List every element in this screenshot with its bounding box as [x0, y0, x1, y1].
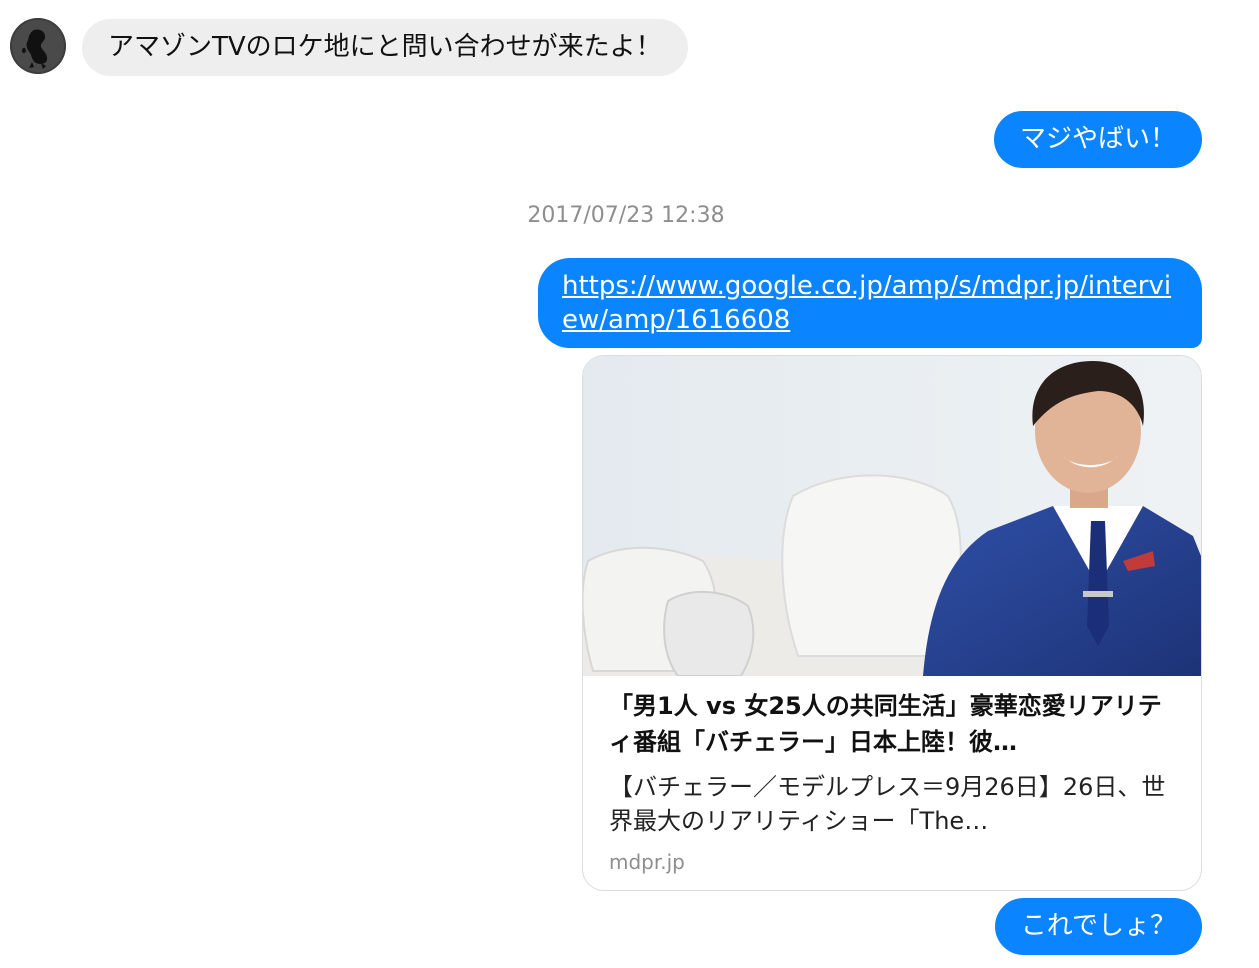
link-preview-body: 「男1人 vs 女25人の共同生活」豪華恋愛リアリティ番組「バチェラー」日本上陸…: [583, 676, 1201, 876]
link-preview-domain: mdpr.jp: [609, 850, 685, 874]
outgoing-link-bubble[interactable]: https://www.google.co.jp/amp/s/mdpr.jp/i…: [538, 258, 1202, 348]
incoming-message-bubble[interactable]: アマゾンTVのロケ地にと問い合わせが来たよ！: [82, 19, 688, 76]
link-preview-image[interactable]: [583, 356, 1201, 676]
link-preview-description: 【バチェラー／モデルプレス＝9月26日】26日、世界最大のリアリティショー「Th…: [609, 773, 1166, 835]
message-link[interactable]: https://www.google.co.jp/amp/s/mdpr.jp/i…: [562, 271, 1171, 335]
contact-avatar[interactable]: [10, 18, 66, 74]
avatar-silhouette-icon: [10, 18, 66, 74]
link-preview-card[interactable]: 「男1人 vs 女25人の共同生活」豪華恋愛リアリティ番組「バチェラー」日本上陸…: [582, 355, 1202, 891]
message-timestamp: 2017/07/23 12:38: [527, 203, 725, 228]
incoming-message-text: アマゾンTVのロケ地にと問い合わせが来たよ！: [108, 32, 662, 62]
link-preview-title[interactable]: 「男1人 vs 女25人の共同生活」豪華恋愛リアリティ番組「バチェラー」日本上陸…: [609, 688, 1175, 760]
outgoing-message-bubble[interactable]: マジやばい！: [993, 111, 1202, 168]
chat-thread: アマゾンTVのロケ地にと問い合わせが来たよ！ マジやばい！ 2017/07/23…: [0, 0, 1259, 968]
outgoing-message-text: これでしょ？: [1020, 911, 1176, 941]
outgoing-message-bubble[interactable]: これでしょ？: [994, 898, 1202, 955]
outgoing-message-text: マジやばい！: [1019, 124, 1176, 154]
